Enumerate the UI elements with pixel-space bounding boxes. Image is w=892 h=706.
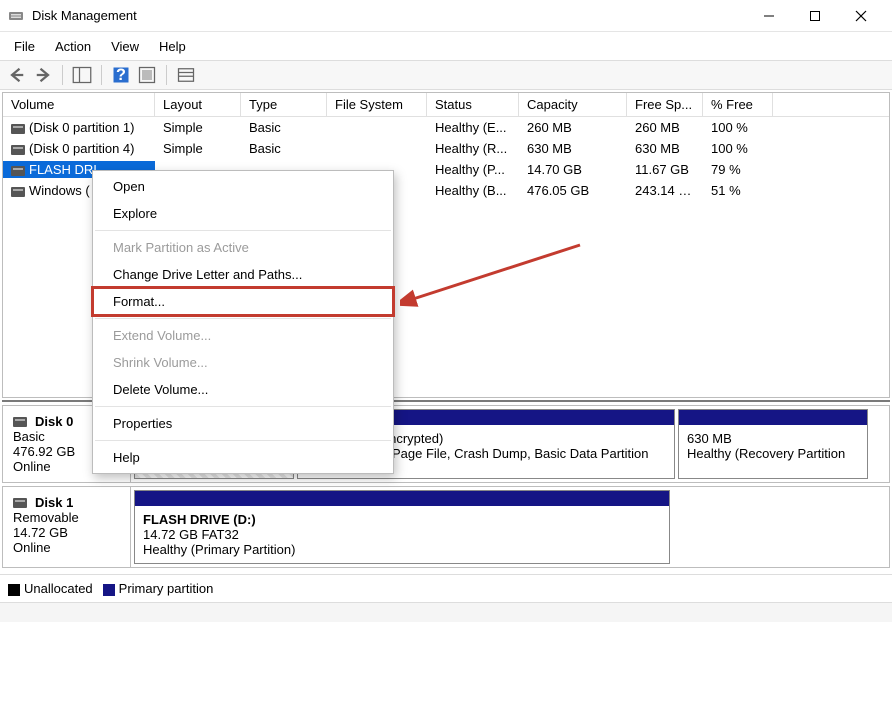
app-icon — [8, 8, 24, 24]
menu-file[interactable]: File — [4, 35, 45, 58]
menu-item[interactable]: Help — [93, 444, 393, 471]
col-layout[interactable]: Layout — [155, 93, 241, 116]
col-capacity[interactable]: Capacity — [519, 93, 627, 116]
partition[interactable]: 630 MBHealthy (Recovery Partition — [678, 409, 868, 479]
settings-icon[interactable] — [136, 64, 158, 86]
context-menu[interactable]: OpenExplore Mark Partition as ActiveChang… — [92, 170, 394, 474]
titlebar: Disk Management — [0, 0, 892, 32]
disk-icon — [13, 498, 27, 508]
legend: Unallocated Primary partition — [0, 574, 892, 602]
volume-table-header: Volume Layout Type File System Status Ca… — [3, 93, 889, 117]
menubar: File Action View Help — [0, 32, 892, 60]
statusbar — [0, 602, 892, 622]
menu-item: Shrink Volume... — [93, 349, 393, 376]
table-row[interactable]: (Disk 0 partition 4)SimpleBasicHealthy (… — [3, 138, 889, 159]
col-pctfree[interactable]: % Free — [703, 93, 773, 116]
menu-view[interactable]: View — [101, 35, 149, 58]
col-type[interactable]: Type — [241, 93, 327, 116]
close-button[interactable] — [838, 0, 884, 32]
menu-item[interactable]: Delete Volume... — [93, 376, 393, 403]
menu-help[interactable]: Help — [149, 35, 196, 58]
partition[interactable]: FLASH DRIVE (D:)14.72 GB FAT32Healthy (P… — [134, 490, 670, 564]
console-tree-icon[interactable] — [71, 64, 93, 86]
disk1-name: Disk 1 — [35, 495, 73, 510]
disk1-info[interactable]: Disk 1 Removable 14.72 GB Online — [3, 487, 131, 567]
table-row[interactable]: (Disk 0 partition 1)SimpleBasicHealthy (… — [3, 117, 889, 138]
window-title: Disk Management — [32, 8, 746, 23]
forward-button[interactable] — [32, 64, 54, 86]
legend-primary: Primary partition — [103, 581, 214, 596]
menu-item[interactable]: Change Drive Letter and Paths... — [93, 261, 393, 288]
disk1-status: Online — [13, 540, 120, 555]
menu-item: Extend Volume... — [93, 322, 393, 349]
minimize-button[interactable] — [746, 0, 792, 32]
menu-action[interactable]: Action — [45, 35, 101, 58]
disk1-size: 14.72 GB — [13, 525, 120, 540]
list-icon[interactable] — [175, 64, 197, 86]
menu-item[interactable]: Explore — [93, 200, 393, 227]
disk1-panel: Disk 1 Removable 14.72 GB Online FLASH D… — [2, 486, 890, 568]
disk-icon — [13, 417, 27, 427]
maximize-button[interactable] — [792, 0, 838, 32]
col-status[interactable]: Status — [427, 93, 519, 116]
back-button[interactable] — [6, 64, 28, 86]
menu-item[interactable]: Format... — [93, 288, 393, 315]
menu-item: Mark Partition as Active — [93, 234, 393, 261]
legend-unallocated: Unallocated — [8, 581, 93, 596]
svg-text:?: ? — [116, 66, 126, 84]
col-freespace[interactable]: Free Sp... — [627, 93, 703, 116]
disk1-partitions: FLASH DRIVE (D:)14.72 GB FAT32Healthy (P… — [131, 487, 889, 567]
col-filesystem[interactable]: File System — [327, 93, 427, 116]
col-volume[interactable]: Volume — [3, 93, 155, 116]
menu-item[interactable]: Properties — [93, 410, 393, 437]
disk1-type: Removable — [13, 510, 120, 525]
help-icon[interactable]: ? — [110, 64, 132, 86]
toolbar: ? — [0, 60, 892, 90]
menu-item[interactable]: Open — [93, 173, 393, 200]
disk0-name: Disk 0 — [35, 414, 73, 429]
